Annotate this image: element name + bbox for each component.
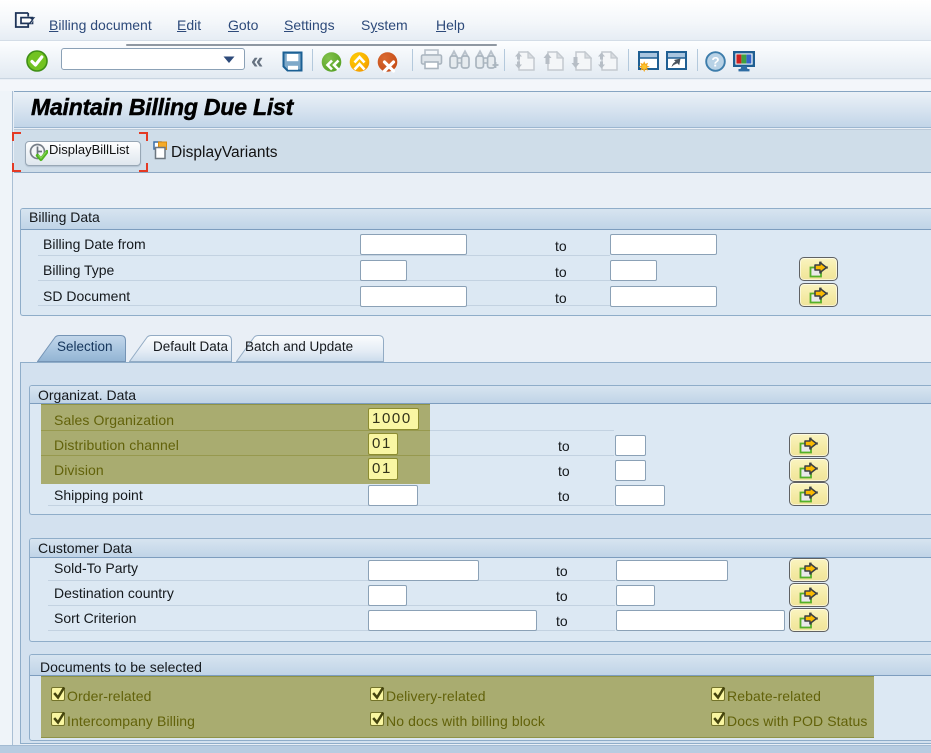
- svg-text:?: ?: [711, 55, 719, 70]
